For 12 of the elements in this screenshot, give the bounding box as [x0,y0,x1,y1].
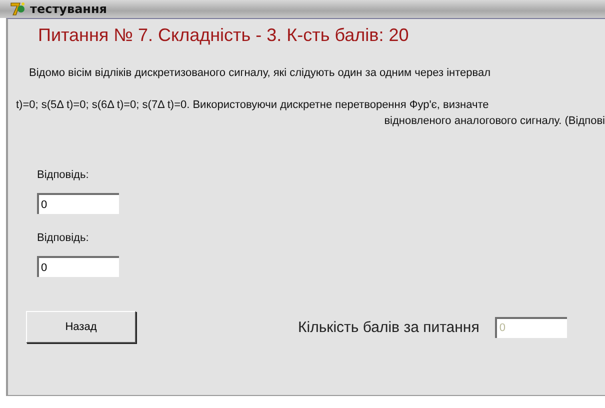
app-icon [10,1,26,17]
answer-label: Відповідь: [37,232,90,244]
question-text: t)=0; s(5Δ t)=0; s(6Δ t)=0; s(7Δ t)=0. Використовуючи дискретне перетворення Фур'є, визначте [16,99,490,111]
question-text: відновленого аналогового сигналу. (Відпові [384,115,605,127]
score-label: Кількість балів за питання [298,318,480,336]
question-heading: Питання № 7. Складність - 3. К-сть балів: 20 [38,25,410,46]
answer-field[interactable]: 0 [37,193,119,214]
back-button[interactable]: Назад [26,311,136,343]
answer-label: Відповідь: [37,169,90,181]
answer-field[interactable]: 0 [37,256,119,277]
window-title: тестування [30,2,107,16]
question-text: Відомо вісім відліків дискретизованого сигналу, які слідують один за одним через інтервал [29,67,492,79]
